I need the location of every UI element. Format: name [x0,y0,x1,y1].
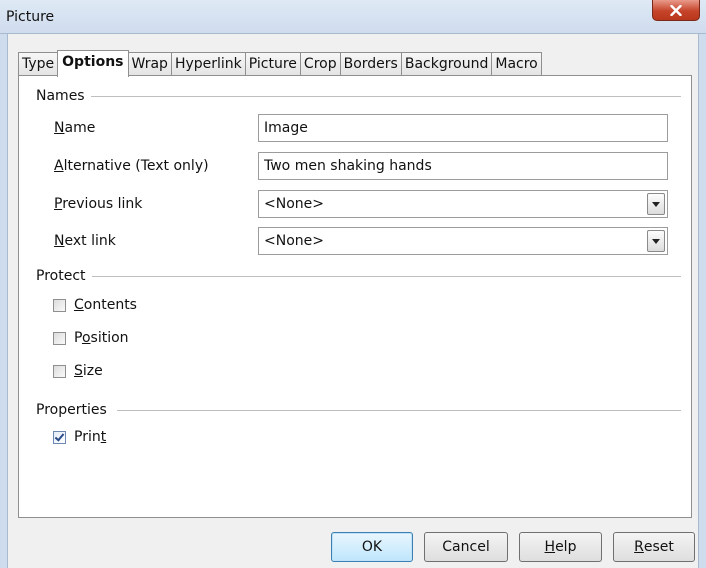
tab-hyperlink[interactable]: Hyperlink [170,52,246,76]
tab-borders[interactable]: Borders [339,52,402,76]
chevron-down-icon [652,201,660,207]
tab-picture[interactable]: Picture [244,52,301,76]
cancel-button[interactable]: Cancel [424,532,508,562]
print-label: Print [74,429,107,445]
tab-options[interactable]: Options [57,50,129,77]
tab-wrap[interactable]: Wrap [127,52,172,76]
ok-button[interactable]: OK [331,532,413,562]
tab-macro[interactable]: Macro [491,52,542,76]
window-title: Picture [6,9,55,25]
previous-link-label: Previous link [54,196,143,212]
tab-crop[interactable]: Crop [299,52,341,76]
close-icon [670,4,682,16]
names-section-title: Names [36,88,91,104]
contents-label: Contents [74,297,137,313]
size-label: Size [74,363,103,379]
contents-checkbox-row[interactable]: Contents [53,296,137,314]
previous-link-dropdown-button[interactable] [647,193,665,215]
position-label: Position [74,330,129,346]
protect-section-title: Protect [36,268,92,284]
print-checkbox-row[interactable]: Print [53,428,106,446]
tab-background[interactable]: Background [400,52,493,76]
window-frame-right [698,34,706,568]
name-input[interactable] [258,114,668,142]
window-frame-left [0,34,8,568]
protect-divider [89,276,681,277]
chevron-down-icon [652,238,660,244]
reset-button[interactable]: Reset [613,532,695,562]
print-checkbox[interactable] [53,430,66,444]
names-divider [89,96,681,97]
close-button[interactable] [652,0,700,21]
next-link-label: Next link [54,233,116,249]
alternative-label: Alternative (Text only) [54,158,209,174]
position-checkbox-row[interactable]: Position [53,329,129,347]
title-bar: Picture [0,0,706,34]
properties-section-title: Properties [36,402,113,418]
name-label: Name [54,120,96,136]
tab-type[interactable]: Type [18,52,59,76]
properties-divider [117,410,681,411]
alternative-text-input[interactable] [258,152,668,180]
tab-bar: Type Options Wrap Hyperlink Picture Crop Borde… [18,50,542,77]
position-checkbox[interactable] [53,331,66,345]
size-checkbox-row[interactable]: Size [53,362,103,380]
next-link-value: <None> [264,233,324,249]
help-button[interactable]: Help [519,532,602,562]
previous-link-value: <None> [264,196,324,212]
next-link-select[interactable]: <None> [258,227,668,255]
size-checkbox[interactable] [53,364,66,378]
previous-link-select[interactable]: <None> [258,190,668,218]
contents-checkbox[interactable] [53,298,66,312]
next-link-dropdown-button[interactable] [647,230,665,252]
